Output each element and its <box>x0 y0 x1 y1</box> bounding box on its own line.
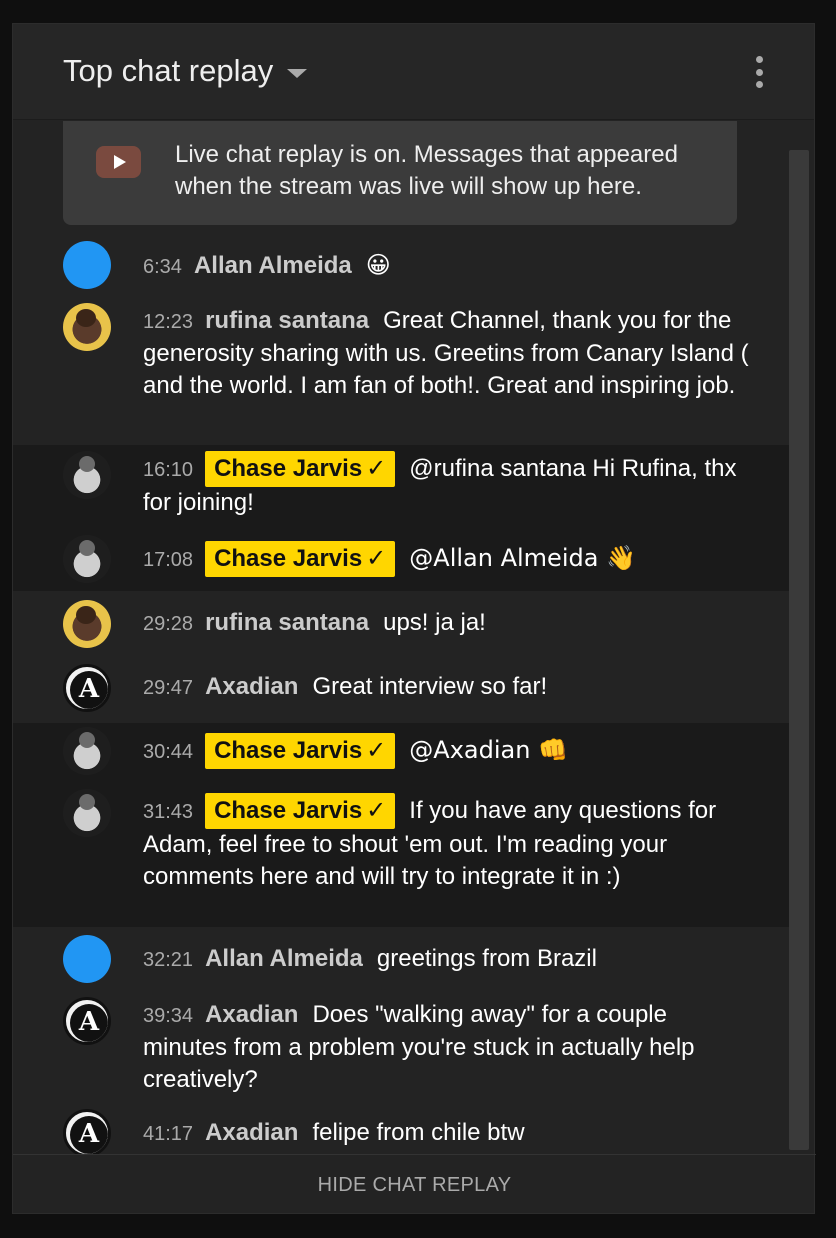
owner-badge[interactable]: Chase Jarvis ✓ <box>205 541 396 577</box>
message-timestamp: 16:10 <box>143 459 194 481</box>
chat-message-owner: 30:44 Chase Jarvis ✓ @Axadian 👊 <box>13 723 789 783</box>
axadian-logo-icon: A <box>70 1004 108 1042</box>
avatar[interactable] <box>63 727 111 775</box>
avatar[interactable]: A <box>63 997 111 1045</box>
message-timestamp: 39:34 <box>143 1005 194 1027</box>
avatar[interactable] <box>63 451 111 499</box>
chat-message: 32:21 Allan Almeida greetings from Brazil <box>13 933 789 989</box>
message-author[interactable]: Axadian <box>205 1119 298 1146</box>
verified-check-icon: ✓ <box>366 797 387 824</box>
chat-message-owner: 17:08 Chase Jarvis ✓ @Allan Almeida 👋 <box>13 531 789 591</box>
chat-message-body: 29:47 Axadian Great interview so far! <box>143 671 753 704</box>
message-author: Chase Jarvis <box>214 797 363 824</box>
verified-check-icon: ✓ <box>366 737 387 764</box>
youtube-icon <box>96 146 141 178</box>
message-author[interactable]: Allan Almeida <box>194 252 352 279</box>
message-text: Great interview so far! <box>312 673 548 700</box>
message-author: Chase Jarvis <box>214 455 363 482</box>
chat-message-body: 6:34 Allan Almeida 😀 <box>143 249 753 283</box>
owner-badge[interactable]: Chase Jarvis ✓ <box>205 451 396 487</box>
chat-message-body: 17:08 Chase Jarvis ✓ @Allan Almeida 👋 <box>143 541 753 577</box>
message-author[interactable]: Axadian <box>205 1001 298 1028</box>
chat-message: A 29:47 Axadian Great interview so far! <box>13 659 789 719</box>
message-text: @Axadian 👊 <box>409 736 568 764</box>
message-timestamp: 17:08 <box>143 549 194 571</box>
avatar[interactable] <box>63 600 111 648</box>
chat-message: 29:28 rufina santana ups! ja ja! <box>13 595 789 655</box>
chat-header: Top chat replay <box>13 24 814 120</box>
avatar[interactable]: A <box>63 664 111 712</box>
axadian-logo-icon: A <box>70 671 108 709</box>
chat-scrollbar[interactable] <box>789 150 809 1150</box>
chat-message-list[interactable]: Live chat replay is on. Messages that ap… <box>13 121 816 1154</box>
avatar[interactable] <box>63 241 111 289</box>
chat-message-body: 41:17 Axadian felipe from chile btw <box>143 1117 753 1150</box>
chat-message-body: 29:28 rufina santana ups! ja ja! <box>143 607 753 640</box>
chat-panel: Top chat replay Live chat replay is on. … <box>12 23 816 1215</box>
chat-message: A 39:34 Axadian Does "walking away" for a … <box>13 993 789 1103</box>
verified-check-icon: ✓ <box>366 545 387 572</box>
chat-message-body: 12:23 rufina santana Great Channel, thank … <box>143 305 753 402</box>
chat-message-body: 32:21 Allan Almeida greetings from Brazil <box>143 943 753 976</box>
avatar[interactable] <box>63 789 111 837</box>
chat-mode-label: Top chat replay <box>63 53 274 88</box>
avatar[interactable] <box>63 535 111 583</box>
message-text: ups! ja ja! <box>383 609 486 636</box>
caret-down-icon <box>287 68 308 78</box>
message-text: @Allan Almeida 👋 <box>409 544 636 572</box>
message-timestamp: 41:17 <box>143 1123 194 1145</box>
hide-chat-replay-button[interactable]: HIDE CHAT REPLAY <box>13 1154 816 1215</box>
message-author[interactable]: rufina santana <box>205 307 369 334</box>
message-author[interactable]: Axadian <box>205 673 298 700</box>
chat-message: 6:34 Allan Almeida 😀 <box>13 237 789 293</box>
message-timestamp: 31:43 <box>143 801 194 823</box>
chat-message: 12:23 rufina santana Great Channel, thank … <box>13 297 789 441</box>
chat-message-owner: 31:43 Chase Jarvis ✓ If you have any questi… <box>13 783 789 927</box>
chat-mode-dropdown[interactable]: Top chat replay <box>63 53 308 89</box>
message-timestamp: 32:21 <box>143 949 194 971</box>
chat-message: A 41:17 Axadian felipe from chile btw <box>13 1107 789 1154</box>
more-vert-icon[interactable] <box>747 54 771 90</box>
owner-badge[interactable]: Chase Jarvis ✓ <box>205 793 396 829</box>
message-text: greetings from Brazil <box>376 945 597 972</box>
verified-check-icon: ✓ <box>366 455 387 482</box>
message-timestamp: 29:47 <box>143 677 194 699</box>
message-author[interactable]: Allan Almeida <box>205 945 363 972</box>
chat-message-body: 16:10 Chase Jarvis ✓ @rufina santana Hi Ruf… <box>143 451 753 519</box>
replay-banner: Live chat replay is on. Messages that ap… <box>63 121 737 225</box>
message-timestamp: 29:28 <box>143 613 194 635</box>
replay-banner-text: Live chat replay is on. Messages that ap… <box>175 141 678 200</box>
chat-message-owner: 16:10 Chase Jarvis ✓ @rufina santana Hi Ruf… <box>13 445 789 531</box>
owner-badge[interactable]: Chase Jarvis ✓ <box>205 733 396 769</box>
message-text: felipe from chile btw <box>312 1119 525 1146</box>
axadian-logo-icon: A <box>70 1116 108 1154</box>
chat-message-body: 31:43 Chase Jarvis ✓ If you have any questi… <box>143 793 753 893</box>
chat-message-body: 30:44 Chase Jarvis ✓ @Axadian 👊 <box>143 733 753 769</box>
message-text: 😀 <box>365 251 391 279</box>
avatar[interactable]: A <box>63 1109 111 1154</box>
message-timestamp: 12:23 <box>143 311 194 333</box>
avatar[interactable] <box>63 935 111 983</box>
hide-chat-replay-label: HIDE CHAT REPLAY <box>317 1173 512 1196</box>
message-timestamp: 6:34 <box>143 256 182 278</box>
message-timestamp: 30:44 <box>143 741 194 763</box>
chat-message-body: 39:34 Axadian Does "walking away" for a co… <box>143 999 753 1096</box>
message-author: Chase Jarvis <box>214 737 363 764</box>
avatar[interactable] <box>63 303 111 351</box>
message-author: Chase Jarvis <box>214 545 363 572</box>
message-author[interactable]: rufina santana <box>205 609 369 636</box>
